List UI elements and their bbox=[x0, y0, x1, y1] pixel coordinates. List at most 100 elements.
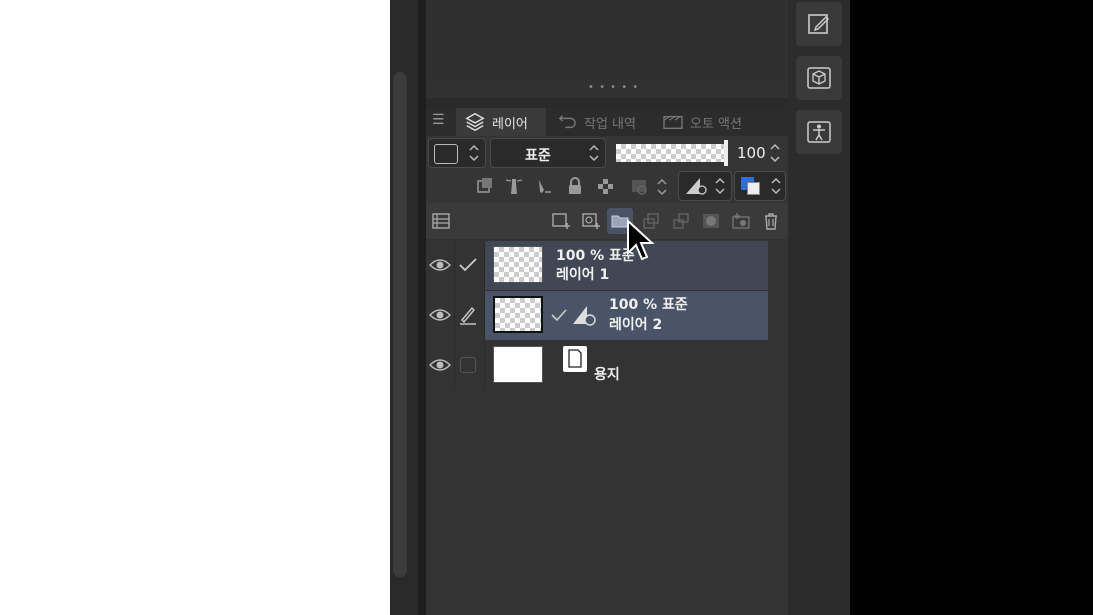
upper-subpanel-content bbox=[428, 0, 784, 80]
lock-transparent-pixels-button[interactable] bbox=[593, 173, 619, 199]
layer-row-1[interactable]: 100 % 표준 레이어 1 bbox=[426, 241, 788, 290]
history-icon bbox=[558, 115, 576, 129]
new-vector-layer-button[interactable] bbox=[578, 208, 604, 234]
eye-icon bbox=[429, 309, 451, 321]
layer-select-toggle[interactable] bbox=[456, 353, 480, 377]
opacity-slider[interactable] bbox=[616, 144, 724, 162]
apply-mask-button[interactable] bbox=[728, 208, 754, 234]
tab-auto-action[interactable]: 오토 액션 bbox=[654, 108, 759, 136]
tab-layer-label: 레이어 bbox=[492, 116, 528, 132]
blend-mode-value: 표준 bbox=[525, 148, 551, 164]
outside-window-area bbox=[850, 0, 1093, 615]
new-vector-layer-icon bbox=[582, 213, 600, 229]
canvas-area[interactable] bbox=[0, 0, 390, 615]
layer-thumbnail bbox=[493, 296, 543, 333]
tab-history[interactable]: 작업 내역 bbox=[548, 108, 648, 136]
create-mask-button[interactable] bbox=[698, 208, 724, 234]
tab-auto-action-label: 오토 액션 bbox=[690, 116, 742, 132]
layer-list: 100 % 표준 레이어 1 100 % 표준 레이어 2 용지 bbox=[426, 239, 788, 615]
eye-icon bbox=[429, 259, 451, 271]
sub-color-swatch bbox=[747, 182, 760, 195]
draft-layer-button[interactable] bbox=[532, 173, 558, 199]
checker-lock-icon bbox=[598, 179, 613, 194]
tab-history-label: 작업 내역 bbox=[584, 116, 636, 132]
auto-action-icon bbox=[663, 115, 683, 129]
visibility-toggle[interactable] bbox=[428, 253, 452, 277]
layer-action-toolbar bbox=[426, 203, 788, 239]
empty-checkbox-icon bbox=[460, 357, 476, 373]
stepper-arrows-icon bbox=[469, 144, 479, 162]
checkmark-icon bbox=[551, 309, 567, 322]
layer-list-view-button[interactable] bbox=[428, 208, 454, 234]
editing-layer-indicator[interactable] bbox=[456, 303, 480, 327]
layer-select-toggle[interactable] bbox=[456, 253, 480, 277]
tab-layer[interactable]: 레이어 bbox=[456, 108, 546, 136]
opacity-stepper-icon[interactable] bbox=[768, 140, 782, 166]
layer-mode-label: 100 % 표준 bbox=[609, 297, 688, 313]
mask-icon bbox=[703, 214, 719, 228]
column-separator bbox=[484, 241, 485, 290]
list-view-icon bbox=[432, 213, 450, 229]
trash-icon bbox=[765, 213, 777, 230]
chevron-updown-icon[interactable] bbox=[656, 176, 668, 198]
panel-menu-icon[interactable]: ☰ bbox=[432, 112, 445, 128]
cube-icon bbox=[807, 67, 831, 89]
expression-color-select[interactable] bbox=[428, 138, 486, 168]
visibility-toggle[interactable] bbox=[428, 303, 452, 327]
blend-mode-select[interactable]: 표준 bbox=[490, 138, 606, 168]
resize-handle[interactable]: • • • • • bbox=[588, 82, 639, 93]
layer-row-paper[interactable]: 용지 bbox=[426, 341, 788, 390]
ruler-visibility-select[interactable] bbox=[678, 171, 732, 201]
mask-enable-button[interactable] bbox=[626, 173, 652, 199]
layer-name-label: 레이어 1 bbox=[556, 267, 610, 283]
square-swatch-icon bbox=[434, 144, 458, 164]
merge-down-button[interactable] bbox=[668, 208, 694, 234]
column-separator bbox=[454, 291, 455, 340]
layer-name-label: 레이어 2 bbox=[609, 317, 663, 333]
delete-layer-button[interactable] bbox=[758, 208, 784, 234]
layer-name-label: 용지 bbox=[594, 367, 620, 383]
stepper-arrows-icon bbox=[589, 144, 599, 162]
layer-panel: • • • • • ☰ 레이어 작업 내역 오토 액션 표준 100 100 %… bbox=[426, 0, 788, 615]
new-raster-layer-button[interactable] bbox=[548, 208, 574, 234]
right-tool-bar bbox=[788, 0, 850, 615]
figure-icon bbox=[807, 121, 831, 143]
ruler-icon bbox=[686, 178, 707, 195]
mouse-cursor-icon bbox=[627, 219, 655, 261]
draft-pen-icon bbox=[539, 180, 551, 193]
material-3d-button[interactable] bbox=[796, 56, 842, 100]
edit-panel-button[interactable] bbox=[796, 2, 842, 46]
panel-divider[interactable] bbox=[418, 0, 426, 615]
eye-icon bbox=[429, 359, 451, 371]
stepper-arrows-icon bbox=[771, 177, 781, 195]
tab-bar: ☰ 레이어 작업 내역 오토 액션 bbox=[426, 108, 788, 136]
canvas-scrollbar-thumb[interactable] bbox=[393, 72, 407, 577]
mask-off-icon bbox=[632, 180, 647, 195]
apply-mask-icon bbox=[732, 213, 750, 229]
lock-layer-button[interactable] bbox=[562, 173, 588, 199]
layer-color-select[interactable] bbox=[734, 171, 786, 201]
visibility-toggle[interactable] bbox=[428, 353, 452, 377]
pen-icon bbox=[460, 306, 476, 325]
checkmark-icon bbox=[459, 258, 477, 272]
column-separator bbox=[484, 291, 485, 340]
new-layer-icon bbox=[552, 213, 570, 229]
opacity-value: 100 bbox=[737, 144, 766, 162]
edit-note-icon bbox=[808, 14, 830, 34]
clip-icon bbox=[477, 178, 492, 193]
stepper-arrows-icon bbox=[715, 177, 725, 195]
lighthouse-icon bbox=[505, 179, 523, 194]
paper-icon bbox=[563, 346, 587, 372]
clip-layer-button[interactable] bbox=[472, 173, 498, 199]
upper-subpanel: • • • • • bbox=[426, 0, 788, 98]
column-separator bbox=[484, 341, 485, 390]
layers-icon bbox=[465, 112, 485, 132]
layer-thumbnail bbox=[493, 346, 543, 383]
reference-layer-button[interactable] bbox=[501, 173, 527, 199]
layer-thumbnail bbox=[493, 246, 543, 283]
layer-row-2[interactable]: 100 % 표준 레이어 2 bbox=[426, 291, 788, 340]
figure-3d-button[interactable] bbox=[796, 110, 842, 154]
panel-separator[interactable] bbox=[426, 98, 788, 108]
opacity-slider-handle[interactable] bbox=[724, 140, 728, 166]
merge-down-icon bbox=[673, 213, 689, 229]
